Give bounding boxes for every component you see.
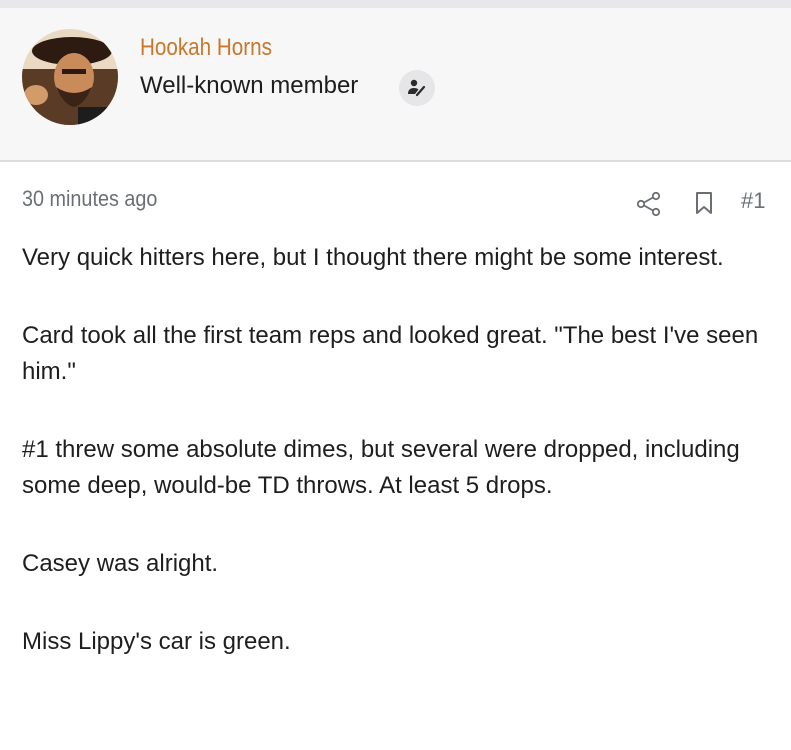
post-paragraph: #1 threw some absolute dimes, but severa…	[22, 436, 740, 499]
post-body: Very quick hitters here, but I thought t…	[22, 240, 772, 702]
avatar[interactable]	[22, 29, 118, 125]
top-divider	[0, 0, 791, 8]
post-paragraph: Casey was alright.	[22, 550, 219, 577]
bookmark-icon[interactable]	[694, 191, 714, 220]
post-timestamp[interactable]: 30 minutes ago	[22, 186, 157, 212]
user-title: Well-known member	[140, 72, 359, 99]
post-user-header: Hookah Horns Well-known member	[0, 8, 791, 162]
username-link[interactable]: Hookah Horns	[140, 34, 272, 62]
share-icon[interactable]	[636, 191, 662, 222]
post-paragraph: Very quick hitters here, but I thought t…	[22, 244, 724, 271]
post-paragraph: Miss Lippy's car is green.	[22, 628, 291, 655]
post-paragraph: Card took all the first team reps and lo…	[22, 322, 759, 385]
verified-member-icon[interactable]	[399, 70, 435, 106]
post-number-link[interactable]: #1	[741, 188, 765, 214]
